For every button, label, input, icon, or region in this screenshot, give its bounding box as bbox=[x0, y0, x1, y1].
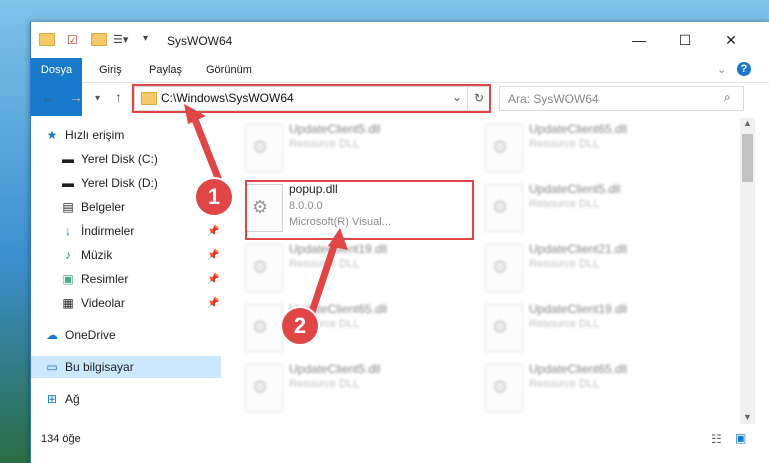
annotation-arrows bbox=[184, 104, 348, 322]
step-badge-1: 1 bbox=[194, 177, 234, 217]
step-badge-2: 2 bbox=[280, 306, 320, 346]
